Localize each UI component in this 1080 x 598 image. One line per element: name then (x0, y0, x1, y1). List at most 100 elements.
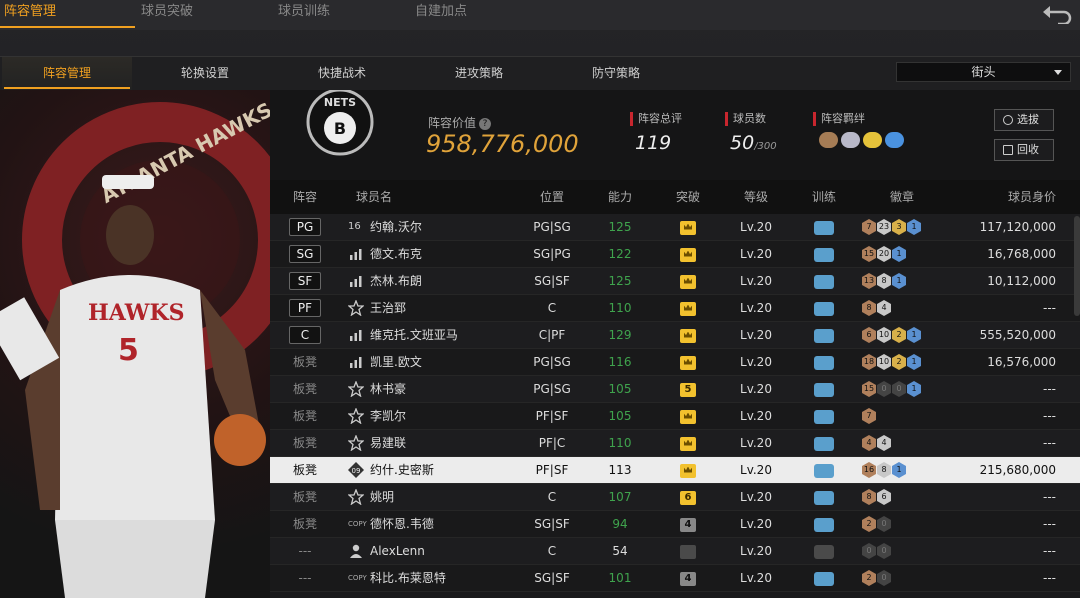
slot-text: 板凳 (292, 355, 317, 369)
player-name: 姚明 (370, 489, 395, 504)
table-row[interactable]: 板凳 凯里.欧文 PG|SG 116 Lv.20 18 10 2 1 16,576,0… (270, 349, 1080, 376)
select-button[interactable]: 选拔 (994, 109, 1054, 131)
bond-blue-icon[interactable] (885, 132, 904, 148)
tab-breakthrough[interactable]: 球员突破 (137, 0, 272, 30)
top-tab-bar: 阵容管理 球员突破 球员训练 自建加点 (0, 0, 1080, 30)
jersey-number-icon: 16 (348, 221, 361, 232)
training-cell (790, 457, 858, 483)
badge-hex: 2 (862, 516, 876, 532)
training-shield-icon[interactable] (814, 328, 834, 343)
player-name: 科比.布莱恩特 (370, 570, 446, 585)
table-row[interactable]: 板凳 易建联 PF|C 110 Lv.20 44 --- (270, 430, 1080, 457)
table-row[interactable]: C 维克托.文班亚马 C|PF 129 Lv.20 6 10 2 1 555,520,… (270, 322, 1080, 349)
table-row[interactable]: 板凳 COPY 德怀恩.韦德 SG|SF 94 4 Lv.20 20 --- (270, 511, 1080, 538)
player-name: AlexLenn (370, 543, 425, 558)
name-cell: 维克托.文班亚马 (340, 322, 518, 348)
crown-icon (680, 328, 696, 343)
subtab-lineup[interactable]: 阵容管理 (2, 57, 132, 91)
subtab-rotation[interactable]: 轮换设置 (140, 57, 270, 91)
table-row[interactable]: PF 王治郅 C 110 Lv.20 84 --- (270, 295, 1080, 322)
mode-dropdown[interactable]: 街头 (896, 62, 1071, 82)
breakthrough-cell (654, 268, 722, 294)
bond-gold-icon[interactable] (863, 132, 882, 148)
badge-hex: 20 (877, 246, 891, 262)
value-cell: 555,520,000 (979, 328, 1056, 342)
player-name: 德怀恩.韦德 (370, 516, 434, 531)
badges-cell: 00 (858, 538, 946, 564)
back-arrow-icon[interactable] (1040, 2, 1074, 24)
table-row[interactable]: 板凳 姚明 C 107 6 Lv.20 86 --- (270, 484, 1080, 511)
training-shield-icon[interactable] (814, 517, 834, 532)
breakthrough-cell (654, 241, 722, 267)
ability-cell: 105 (608, 409, 632, 423)
badge-hex: 15 (862, 246, 876, 262)
table-row[interactable]: SF 杰林.布朗 SG|SF 125 Lv.20 13 8 1 10,112,000 (270, 268, 1080, 295)
training-shield-icon[interactable] (814, 355, 834, 370)
training-cell (790, 241, 858, 267)
player-name: 凯里.欧文 (370, 354, 422, 369)
table-row[interactable]: SG 德文.布克 SG|PG 122 Lv.20 15 20 1 16,768,00… (270, 241, 1080, 268)
help-icon[interactable]: ? (479, 117, 492, 130)
training-shield-icon[interactable] (814, 382, 834, 397)
subtab-defense[interactable]: 防守策略 (551, 57, 681, 91)
badge-hex: 7 (862, 408, 876, 424)
copy-icon: COPY (348, 520, 367, 528)
training-shield-icon[interactable] (814, 274, 834, 289)
subtab-offense[interactable]: 进攻策略 (414, 57, 544, 91)
badges-cell: 18 10 2 1 (858, 349, 946, 375)
refresh-icon (1003, 115, 1013, 125)
training-shield-icon[interactable] (814, 571, 834, 586)
training-shield-icon[interactable] (814, 409, 834, 424)
stats-icon (350, 330, 362, 341)
recycle-button[interactable]: 回收 (994, 139, 1054, 161)
table-row[interactable]: PG 16 约翰.沃尔 PG|SG 125 Lv.20 7 23 3 1 117,120… (270, 214, 1080, 241)
col-position: 位置 (539, 190, 564, 204)
bond-bronze-icon[interactable] (819, 132, 838, 148)
training-shield-icon[interactable] (814, 436, 834, 451)
ability-cell: 122 (608, 247, 632, 261)
slot-text: 板凳 (292, 409, 317, 423)
stats-icon (350, 357, 362, 368)
training-shield-icon[interactable] (814, 544, 834, 559)
value-cell: --- (1043, 490, 1056, 504)
level-cell: Lv.20 (740, 247, 772, 261)
roster-table: 阵容 球员名 位置 能力 突破 等级 训练 徽章 球员身价 PG 16 约翰.沃尔… (270, 180, 1080, 598)
training-shield-icon[interactable] (814, 490, 834, 505)
name-cell: 杰林.布朗 (340, 268, 518, 294)
name-cell: COPY 科比.布莱恩特 (340, 565, 518, 591)
badge-hex: 8 (862, 489, 876, 505)
training-cell (790, 322, 858, 348)
breakthrough-badge: 4 (680, 517, 696, 532)
table-row[interactable]: 板凳 09 约什.史密斯 PF|SF 113 Lv.20 16 8 1 215,680… (270, 457, 1080, 484)
training-shield-icon[interactable] (814, 463, 834, 478)
training-shield-icon[interactable] (814, 247, 834, 262)
value-cell: 215,680,000 (979, 463, 1056, 477)
bond-silver-icon[interactable] (841, 132, 860, 148)
lineup-value: 958,776,000 (426, 130, 579, 158)
tab-custom-points[interactable]: 自建加点 (411, 0, 546, 30)
badges-cell: 6 10 2 1 (858, 322, 946, 348)
breakthrough-cell (654, 457, 722, 483)
tab-lineup[interactable]: 阵容管理 (0, 0, 135, 30)
table-row[interactable]: --- AlexLenn C 54 Lv.20 00 --- (270, 538, 1080, 565)
slot-badge: C (289, 326, 321, 344)
badges-cell: 15 0 0 1 (858, 376, 946, 402)
table-row[interactable]: --- COPY 科比.布莱恩特 SG|SF 101 4 Lv.20 20 --- (270, 565, 1080, 592)
badge-hex: 7 (862, 219, 876, 235)
training-cell (790, 349, 858, 375)
table-row[interactable]: 板凳 林书豪 PG|SG 105 5 Lv.20 15 0 0 1 --- (270, 376, 1080, 403)
training-shield-icon[interactable] (814, 301, 834, 316)
ability-cell: 110 (608, 436, 632, 450)
player-portrait: ATLANTA HAWKS HAWKS 5 (0, 90, 270, 598)
badge-hex: 1 (892, 246, 906, 262)
slot-text: --- (298, 544, 312, 558)
scrollbar[interactable] (1074, 216, 1080, 316)
value-cell: 117,120,000 (979, 220, 1056, 234)
badge-hex: 0 (877, 516, 891, 532)
table-row[interactable]: 板凳 李凯尔 PF|SF 105 Lv.20 7 --- (270, 403, 1080, 430)
training-shield-icon[interactable] (814, 220, 834, 235)
crown-icon (680, 463, 696, 478)
subtab-quick-tactics[interactable]: 快捷战术 (277, 57, 407, 91)
tab-training[interactable]: 球员训练 (274, 0, 409, 30)
badge-hex: 10 (877, 354, 891, 370)
